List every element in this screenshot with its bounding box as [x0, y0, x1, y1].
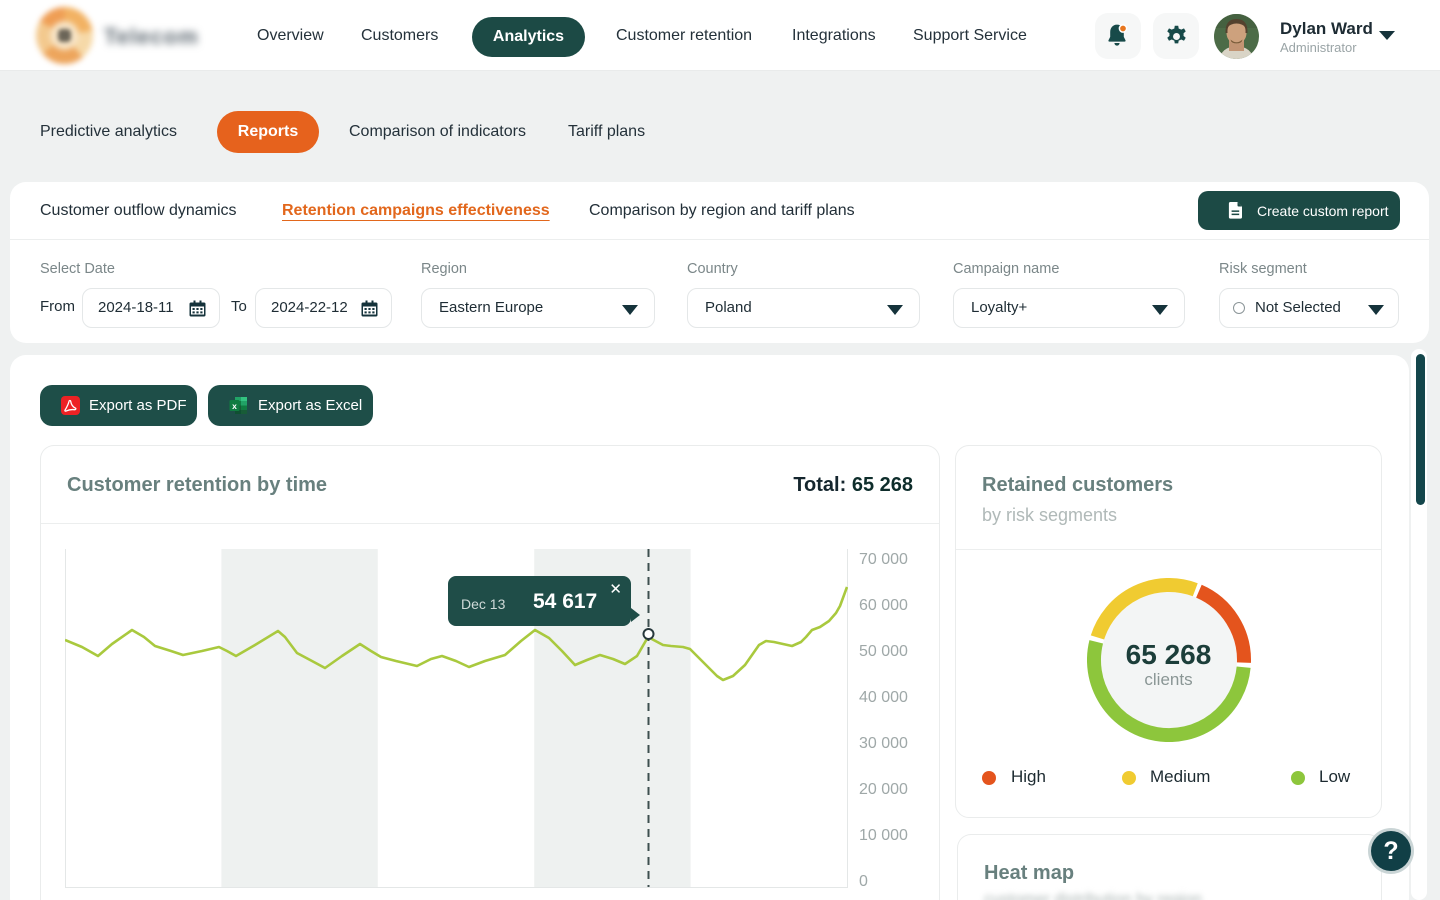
- svg-text:x: x: [232, 401, 237, 411]
